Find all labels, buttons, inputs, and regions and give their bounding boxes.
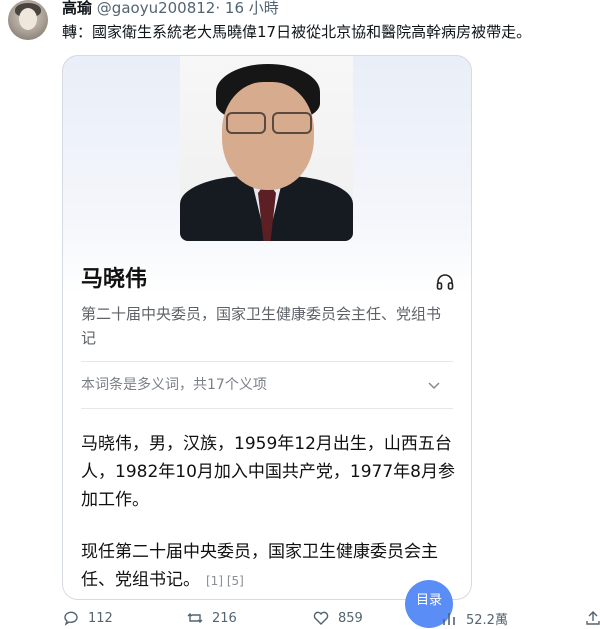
reply-icon (64, 611, 78, 626)
share-button[interactable] (584, 609, 600, 627)
bio-paragraph: 马晓伟，男，汉族，1959年12月出生，山西五台人，1982年10月加入中国共产… (81, 434, 455, 510)
like-icon (313, 611, 329, 625)
tweet-text: 轉：國家衛生系統老大馬曉偉17日被從北京協和醫院高幹病房被帶走。 (62, 23, 532, 41)
chevron-down-icon[interactable] (427, 378, 441, 392)
divider (81, 361, 453, 362)
views-count: 52.2萬 (466, 613, 508, 628)
like-count: 859 (338, 610, 363, 626)
views-icon (443, 612, 455, 625)
author-name[interactable]: 高瑜 (62, 0, 92, 17)
position-text: 现任第二十届中央委员，国家卫生健康委员会主任、党组书记。 (81, 542, 438, 590)
retweet-icon (187, 613, 203, 623)
tweet-header: 高瑜 @gaoyu200812· 16 小時 (62, 0, 279, 18)
portrait-photo (180, 56, 353, 241)
avatar-face (19, 8, 37, 30)
divider (81, 408, 453, 409)
position-paragraph: 现任第二十届中央委员，国家卫生健康委员会主任、党组书记。 [1] [5] (81, 538, 461, 595)
reply-button[interactable]: 112 (62, 609, 113, 627)
time-separator: · (215, 0, 221, 17)
card-subtitle: 第二十届中央委员，国家卫生健康委员会主任、党组书记 (81, 305, 442, 347)
views-button[interactable]: 52.2萬 (440, 609, 508, 628)
tweet-time[interactable]: 16 小時 (225, 0, 279, 17)
photo-glasses (226, 112, 312, 134)
author-handle[interactable]: @gaoyu200812 (97, 0, 216, 17)
card-title: 马晓伟 (81, 267, 148, 292)
photo-face (222, 82, 314, 190)
share-icon (586, 611, 600, 625)
polysemy-note[interactable]: 本词条是多义词，共17个义项 (81, 374, 267, 396)
retweet-button[interactable]: 216 (186, 609, 237, 627)
author-avatar[interactable] (8, 0, 48, 40)
retweet-count: 216 (212, 610, 237, 626)
reference-links[interactable]: [1] [5] (206, 574, 244, 588)
embedded-image-card[interactable]: 马晓伟 第二十届中央委员，国家卫生健康委员会主任、党组书记 本词条是多义词，共1… (62, 55, 472, 600)
headphones-icon[interactable] (435, 272, 455, 292)
reply-count: 112 (88, 610, 113, 626)
tweet-actions: 112 216 859 52.2萬 (62, 609, 600, 629)
like-button[interactable]: 859 (312, 609, 363, 627)
